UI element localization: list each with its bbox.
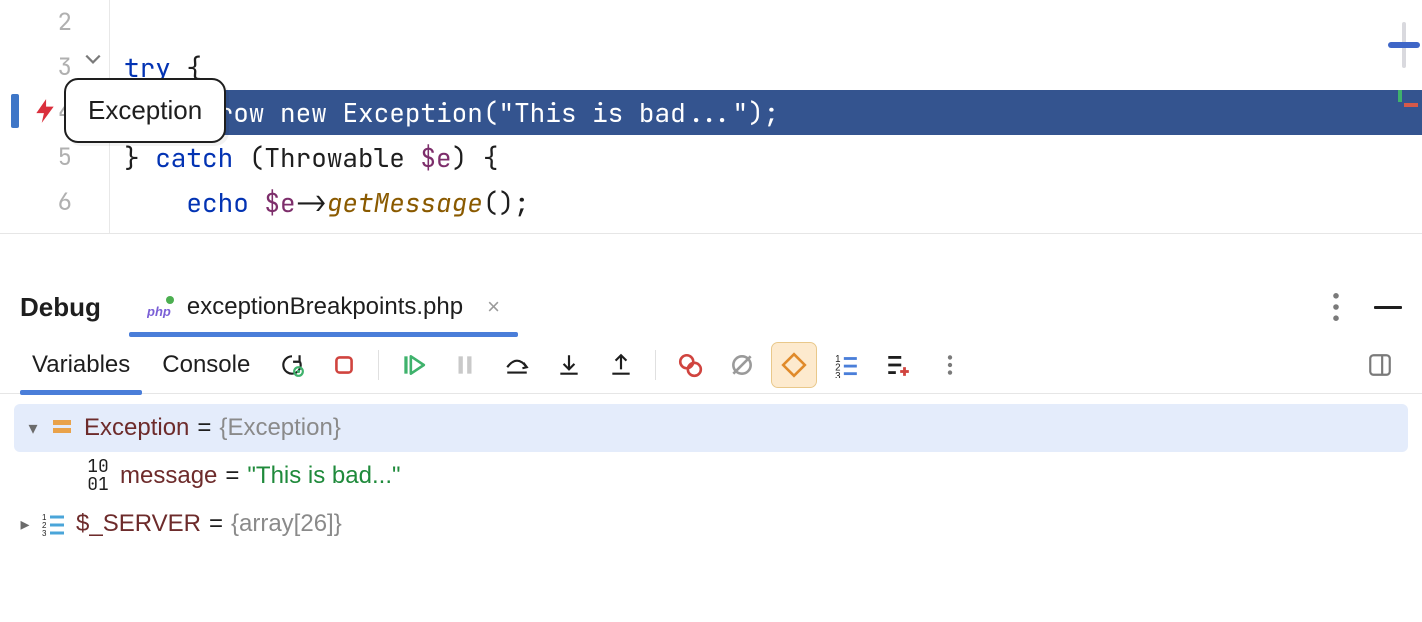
stop-button[interactable] bbox=[322, 343, 366, 387]
layout-settings-button[interactable] bbox=[1358, 343, 1402, 387]
array-icon: 123 bbox=[40, 510, 68, 538]
close-tab-icon[interactable]: × bbox=[487, 294, 500, 320]
fold-chevron-icon[interactable] bbox=[84, 50, 102, 68]
php-file-icon: php bbox=[147, 296, 177, 318]
mute-breakpoints-button[interactable] bbox=[720, 343, 764, 387]
step-out-button[interactable] bbox=[599, 343, 643, 387]
hide-tool-window-icon[interactable] bbox=[1374, 306, 1402, 309]
equals-sign: = bbox=[197, 414, 211, 442]
debug-toolbar: Variables Console 123 bbox=[0, 336, 1422, 394]
line-number: 2 bbox=[0, 0, 72, 45]
variable-name: Exception bbox=[84, 414, 189, 442]
execution-point-marker bbox=[11, 94, 19, 128]
debug-session-tab[interactable]: php exceptionBreakpoints.php × bbox=[147, 278, 500, 336]
breakpoint-tooltip: Exception bbox=[64, 78, 226, 143]
scrollbar-thumb[interactable] bbox=[1388, 42, 1420, 48]
settings-list-button[interactable]: 123 bbox=[824, 343, 868, 387]
line-number: 5 bbox=[0, 135, 72, 180]
break-on-exceptions-button[interactable] bbox=[772, 343, 816, 387]
code-editor[interactable]: 2 3 4 5 6 try { throw new Exception("Thi… bbox=[0, 0, 1422, 234]
code-line-current[interactable]: throw new Exception("This is bad..."); bbox=[110, 90, 1422, 135]
svg-text:3: 3 bbox=[42, 529, 47, 536]
code-line[interactable]: echo $e->getMessage(); bbox=[124, 180, 1422, 225]
stripe-mark bbox=[1404, 103, 1418, 107]
view-breakpoints-button[interactable] bbox=[668, 343, 712, 387]
step-into-button[interactable] bbox=[547, 343, 591, 387]
variable-value: "This is bad..." bbox=[247, 462, 400, 490]
resume-button[interactable] bbox=[391, 343, 435, 387]
more-options-icon[interactable] bbox=[1326, 293, 1346, 321]
line-number: 6 bbox=[0, 180, 72, 225]
debug-header: Debug php exceptionBreakpoints.php × bbox=[0, 278, 1422, 336]
expand-chevron-icon[interactable]: ▸ bbox=[14, 514, 36, 535]
variables-panel[interactable]: ▾ Exception = {Exception} 1001 message =… bbox=[0, 394, 1422, 558]
variable-name: $_SERVER bbox=[76, 510, 201, 538]
tab-console[interactable]: Console bbox=[146, 336, 266, 394]
variable-value: {array[26]} bbox=[231, 510, 342, 538]
equals-sign: = bbox=[225, 462, 239, 490]
code-line[interactable]: } catch (Throwable $e) { bbox=[124, 135, 1422, 180]
expand-chevron-icon[interactable]: ▾ bbox=[22, 418, 44, 439]
equals-sign: = bbox=[209, 510, 223, 538]
variable-row[interactable]: ▸ 123 $_SERVER = {array[26]} bbox=[14, 500, 1408, 548]
pause-button[interactable] bbox=[443, 343, 487, 387]
line-number: 3 bbox=[0, 45, 72, 90]
debug-title: Debug bbox=[20, 292, 101, 323]
svg-text:php: php bbox=[147, 304, 171, 318]
svg-text:3: 3 bbox=[836, 371, 841, 378]
variable-value: {Exception} bbox=[219, 414, 340, 442]
more-toolbar-icon[interactable] bbox=[928, 343, 972, 387]
add-watch-button[interactable] bbox=[876, 343, 920, 387]
variable-name: message bbox=[120, 462, 217, 490]
rerun-button[interactable] bbox=[270, 343, 314, 387]
object-icon bbox=[48, 414, 76, 442]
step-over-button[interactable] bbox=[495, 343, 539, 387]
code-area[interactable]: try { throw new Exception("This is bad..… bbox=[110, 0, 1422, 233]
binary-icon: 1001 bbox=[84, 462, 112, 490]
stripe-mark bbox=[1398, 90, 1402, 102]
tab-variables[interactable]: Variables bbox=[16, 336, 146, 394]
code-line[interactable]: try { bbox=[124, 45, 1422, 90]
variable-row[interactable]: ▾ Exception = {Exception} bbox=[14, 404, 1408, 452]
exception-breakpoint-icon[interactable] bbox=[32, 94, 58, 128]
debug-tab-label: exceptionBreakpoints.php bbox=[187, 293, 463, 321]
error-stripe[interactable] bbox=[1398, 90, 1418, 107]
variable-row[interactable]: 1001 message = "This is bad..." bbox=[14, 452, 1408, 500]
debug-tool-window: Debug php exceptionBreakpoints.php × Var… bbox=[0, 234, 1422, 622]
